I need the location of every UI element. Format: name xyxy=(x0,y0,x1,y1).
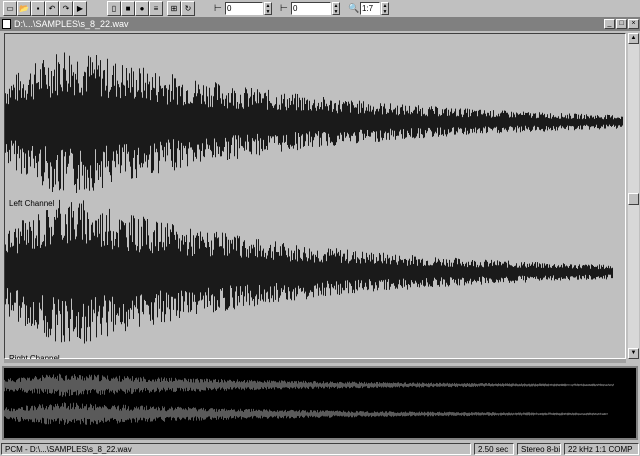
undo-icon[interactable]: ↶ xyxy=(45,1,59,16)
status-file: PCM - D:\...\SAMPLES\s_8_22.wav xyxy=(1,443,471,455)
zoom-ratio-field[interactable]: 1:7 xyxy=(360,2,380,15)
window-title: D:\...\SAMPLES\s_8_22.wav xyxy=(14,19,129,29)
document-icon[interactable] xyxy=(2,19,11,29)
left-channel-waveform xyxy=(5,52,623,193)
length-spinner[interactable]: ▲ ▼ xyxy=(332,2,340,15)
zoom-ratio-icon: 🔍 xyxy=(348,3,360,13)
loop-icon[interactable]: ≡ xyxy=(149,1,163,16)
length-field[interactable]: 0 xyxy=(291,2,331,15)
play-icon[interactable]: ▶ xyxy=(73,1,87,16)
scroll-down-arrow-icon[interactable]: ▼ xyxy=(628,348,639,359)
horizontal-scrollbar[interactable] xyxy=(4,359,626,363)
scroll-up-arrow-icon[interactable]: ▲ xyxy=(628,33,639,44)
repeat-icon[interactable]: ↻ xyxy=(181,1,195,16)
status-rate: 22 kHz 1:1 COMP xyxy=(564,443,639,455)
toolbar: ▭ 📂 ▪ ↶ ↷ ▶ ▯ ■ ● ≡ ⊞ ↻ ⊢ 0 ▲ ▼ ⊢ 0 ▲ ▼ 🔍 1:7 ▲ ▼ xyxy=(0,0,640,18)
zoom-icon[interactable]: ⊞ xyxy=(167,1,181,16)
overview-waveform[interactable] xyxy=(4,368,636,438)
waveform-window: D:\...\SAMPLES\s_8_22.wav _ □ × Left Cha… xyxy=(0,18,640,363)
overview-pane[interactable] xyxy=(2,366,638,440)
close-button[interactable]: × xyxy=(628,19,639,29)
waveform-display[interactable]: Left Channel Right Channel xyxy=(4,33,626,363)
new-icon[interactable]: ▭ xyxy=(3,1,17,16)
minimize-button[interactable]: _ xyxy=(604,19,615,29)
start-position-icon: ⊢ xyxy=(214,3,222,13)
vertical-scrollbar[interactable]: ▲ ▼ xyxy=(628,33,639,359)
status-bar: PCM - D:\...\SAMPLES\s_8_22.wav 2.50 sec… xyxy=(0,442,640,456)
maximize-button[interactable]: □ xyxy=(616,19,627,29)
waveform-graph[interactable] xyxy=(5,34,625,358)
open-icon[interactable]: 📂 xyxy=(17,1,31,16)
status-format: Stereo 8-bit xyxy=(517,443,561,455)
zoom-ratio-spinner[interactable]: ▲ ▼ xyxy=(381,2,389,15)
redo-icon[interactable]: ↷ xyxy=(59,1,73,16)
window-title-bar[interactable]: D:\...\SAMPLES\s_8_22.wav _ □ × xyxy=(0,18,640,31)
stop-icon[interactable]: ■ xyxy=(121,1,135,16)
record-icon[interactable]: ● xyxy=(135,1,149,16)
start-position-spinner[interactable]: ▲ ▼ xyxy=(264,2,272,15)
scroll-thumb[interactable] xyxy=(628,193,639,205)
start-position-field[interactable]: 0 xyxy=(225,2,263,15)
save-icon[interactable]: ▪ xyxy=(31,1,45,16)
pause-icon[interactable]: ▯ xyxy=(107,1,121,16)
status-duration: 2.50 sec xyxy=(474,443,514,455)
length-icon: ⊢ xyxy=(280,3,288,13)
left-channel-label: Left Channel xyxy=(9,199,55,208)
